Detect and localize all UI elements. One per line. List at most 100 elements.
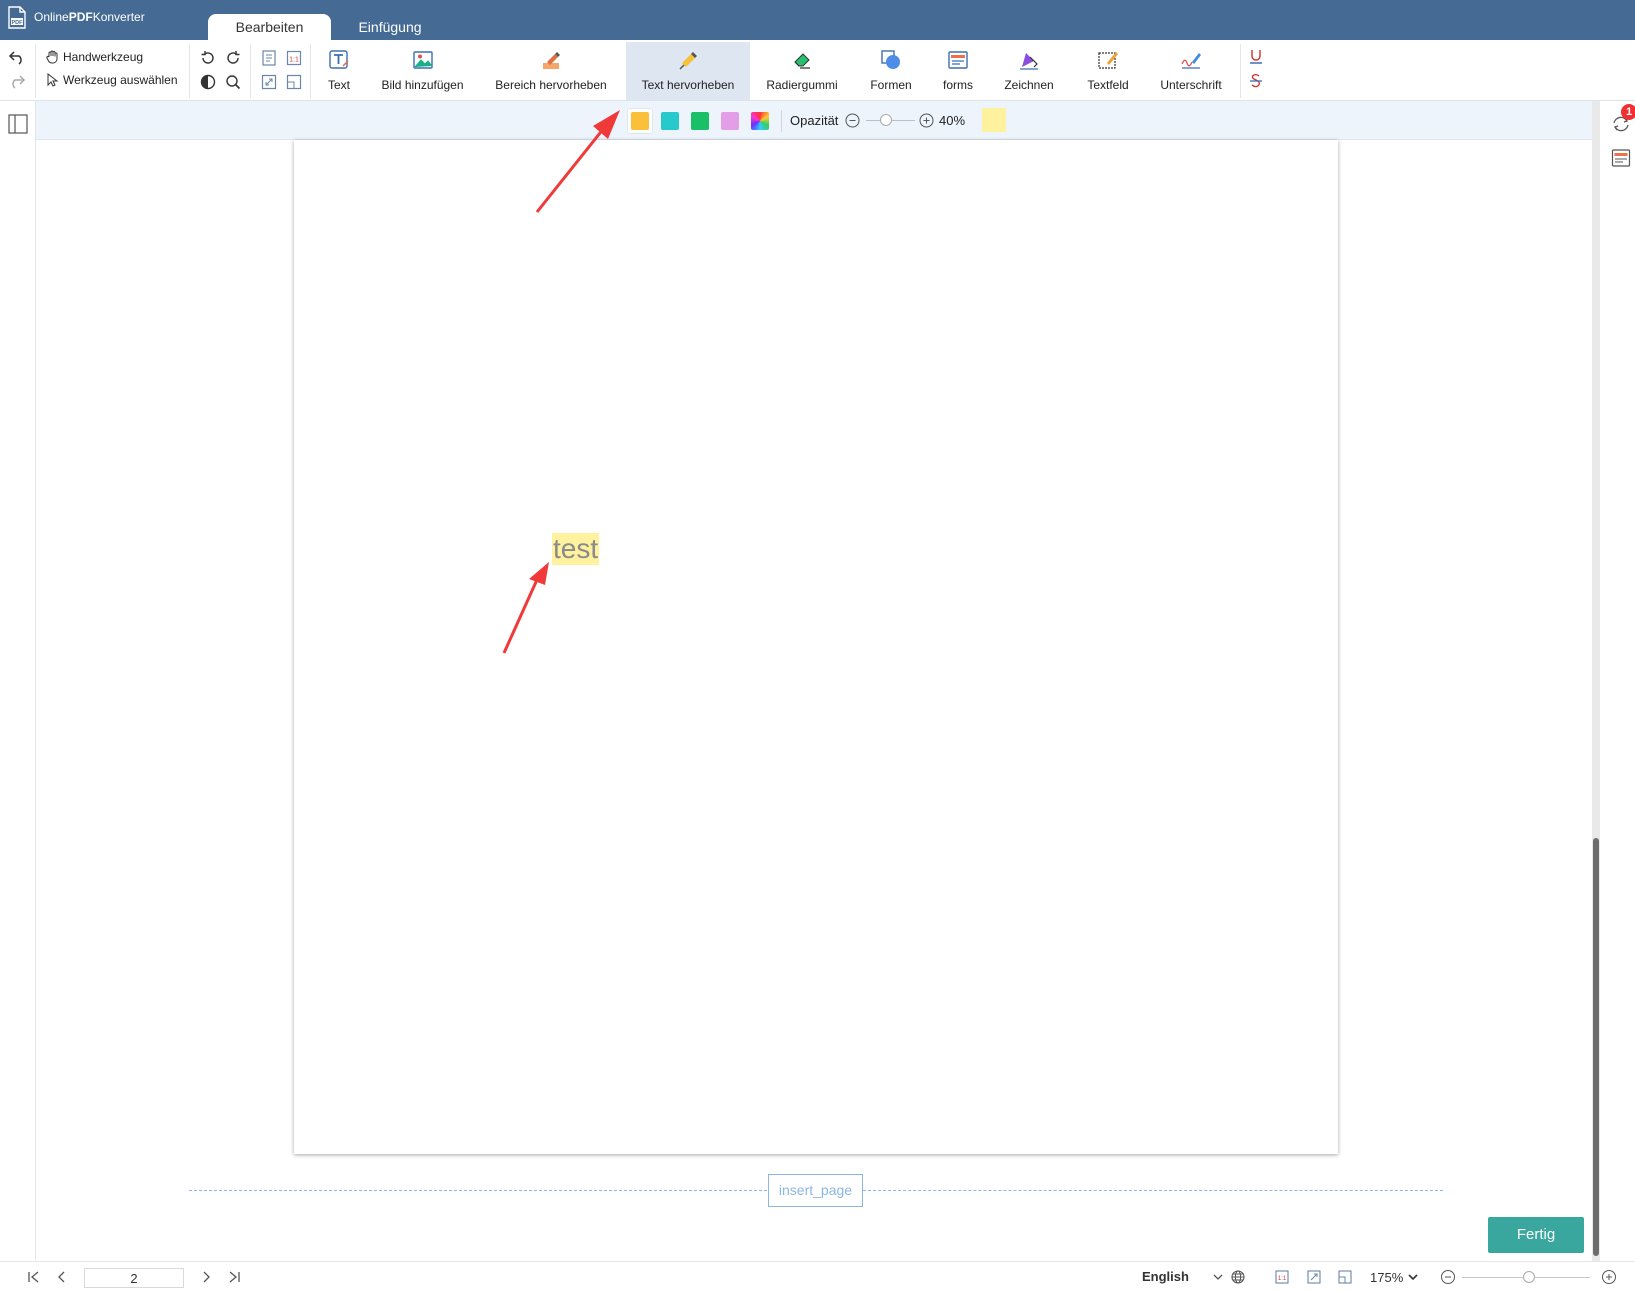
zoom-out-icon[interactable]: [1440, 1269, 1456, 1285]
tool-forms[interactable]: forms: [932, 42, 984, 100]
bottom-bar: English 1:1 175%: [0, 1261, 1635, 1292]
left-sidebar: [0, 101, 36, 1261]
app-name-bold: PDF: [68, 10, 93, 24]
current-color-preview: [982, 108, 1006, 132]
opacity-value: 40%: [939, 113, 966, 128]
tool-textfield[interactable]: Textfeld: [1072, 42, 1144, 100]
pdf-page[interactable]: [294, 140, 1338, 1154]
tool-shapes-label: Formen: [870, 78, 912, 92]
tool-eraser[interactable]: Radiergummi: [756, 42, 848, 100]
opacity-label: Opazität: [790, 113, 839, 128]
insert-page-button[interactable]: insert_page: [768, 1174, 863, 1207]
title-bar: PDF OnlinePDFKonverter Bearbeiten Einfüg…: [0, 0, 1635, 40]
page-view-icon[interactable]: [260, 49, 278, 67]
app-logo-text: PDF: [12, 20, 24, 26]
opacity-decrease-icon[interactable]: [845, 113, 860, 128]
highlighted-text[interactable]: test: [552, 533, 600, 565]
form-panel-icon[interactable]: [1611, 148, 1631, 168]
fit-width-icon[interactable]: [285, 73, 303, 91]
actual-size-text-bottom: 1:1: [1278, 1276, 1287, 1282]
page-number-input[interactable]: [84, 1268, 184, 1288]
highlight-options-bar: Opazität 40%: [36, 101, 1594, 140]
globe-icon[interactable]: [1230, 1269, 1246, 1285]
zoom-level[interactable]: 175%: [1370, 1270, 1403, 1285]
sidebar-toggle-icon[interactable]: [7, 113, 29, 135]
insert-page-divider-right: [863, 1190, 1443, 1191]
select-tool-label: Werkzeug auswählen: [63, 73, 178, 87]
tool-highlight-text[interactable]: Text hervorheben: [626, 42, 750, 100]
tab-bearbeiten[interactable]: Bearbeiten: [208, 14, 331, 40]
tool-highlight-area-label: Bereich hervorheben: [495, 78, 607, 92]
forms-icon: [947, 49, 969, 71]
zoom-in-icon[interactable]: [1601, 1269, 1617, 1285]
eraser-icon: [791, 49, 813, 71]
zoom-slider-knob[interactable]: [1523, 1271, 1535, 1283]
first-page-icon[interactable]: [26, 1269, 42, 1285]
scrollbar-thumb[interactable]: [1593, 838, 1599, 1256]
tool-highlight-area[interactable]: Bereich hervorheben: [487, 42, 615, 100]
highlighter-icon: [677, 49, 699, 71]
color-swatch-yellow[interactable]: [631, 112, 649, 130]
hand-icon: [46, 50, 59, 64]
search-icon[interactable]: [224, 73, 242, 91]
app-logo-icon: PDF: [6, 6, 28, 30]
fit-width-icon-bottom[interactable]: [1337, 1269, 1353, 1285]
strikethrough-icon[interactable]: [1247, 72, 1265, 90]
fit-page-icon-bottom[interactable]: [1306, 1269, 1322, 1285]
hand-tool-label: Handwerkzeug: [63, 50, 144, 64]
app-name: OnlinePDFKonverter: [34, 10, 145, 24]
divider: [781, 110, 782, 132]
actual-size-icon[interactable]: 1:1: [285, 49, 303, 67]
insert-page-divider-left: [189, 1190, 767, 1191]
done-button[interactable]: Fertig: [1488, 1217, 1584, 1253]
text-tool-icon: [328, 49, 350, 71]
tool-draw[interactable]: Zeichnen: [996, 42, 1062, 100]
textfield-icon: [1097, 49, 1119, 71]
rotate-left-icon[interactable]: [199, 49, 217, 67]
color-swatch-green[interactable]: [691, 112, 709, 130]
right-sidebar: 1: [1596, 101, 1635, 1261]
tool-draw-label: Zeichnen: [1004, 78, 1054, 92]
underline-icon[interactable]: [1247, 48, 1265, 66]
highlight-area-icon: [540, 49, 562, 71]
previous-page-icon[interactable]: [54, 1269, 70, 1285]
zoom-chevron-down-icon[interactable]: [1405, 1269, 1421, 1285]
main-toolbar: Handwerkzeug Werkzeug auswählen 1:1 Text…: [0, 40, 1635, 101]
tool-textfield-label: Textfeld: [1087, 78, 1129, 92]
tool-signature-label: Unterschrift: [1160, 78, 1222, 92]
hand-tool-button[interactable]: Handwerkzeug: [46, 50, 143, 64]
opacity-increase-icon[interactable]: [919, 113, 934, 128]
color-swatch-cyan[interactable]: [661, 112, 679, 130]
tool-text[interactable]: Text: [318, 42, 360, 100]
app-name-prefix: Online: [34, 10, 69, 24]
rotate-right-icon[interactable]: [224, 49, 242, 67]
language-selector[interactable]: English: [1142, 1269, 1189, 1284]
signature-icon: [1180, 49, 1202, 71]
tool-highlight-text-label: Text hervorheben: [641, 78, 735, 92]
contrast-icon[interactable]: [199, 73, 217, 91]
tool-add-image[interactable]: Bild hinzufügen: [370, 42, 475, 100]
pointer-icon: [46, 73, 59, 87]
notification-badge: 1: [1621, 104, 1635, 120]
opacity-slider-knob[interactable]: [879, 114, 892, 126]
tool-signature[interactable]: Unterschrift: [1148, 42, 1234, 100]
image-icon: [412, 49, 434, 71]
actual-size-icon-bottom[interactable]: 1:1: [1274, 1269, 1290, 1285]
tool-shapes[interactable]: Formen: [860, 42, 922, 100]
next-page-icon[interactable]: [198, 1269, 214, 1285]
redo-icon[interactable]: [8, 72, 26, 90]
last-page-icon[interactable]: [226, 1269, 242, 1285]
tab-einfuegung[interactable]: Einfügung: [344, 14, 436, 40]
custom-color-picker-icon[interactable]: [751, 112, 769, 130]
shapes-icon: [880, 49, 902, 71]
actual-size-text: 1:1: [289, 57, 299, 64]
tool-eraser-label: Radiergummi: [766, 78, 838, 92]
tool-add-image-label: Bild hinzufügen: [381, 78, 464, 92]
undo-icon[interactable]: [8, 48, 26, 66]
tool-forms-label: forms: [943, 78, 973, 92]
tool-text-label: Text: [327, 78, 350, 92]
color-swatch-violet[interactable]: [721, 112, 739, 130]
chevron-down-icon[interactable]: [1210, 1269, 1226, 1285]
select-tool-button[interactable]: Werkzeug auswählen: [46, 73, 178, 87]
fit-page-icon[interactable]: [260, 73, 278, 91]
